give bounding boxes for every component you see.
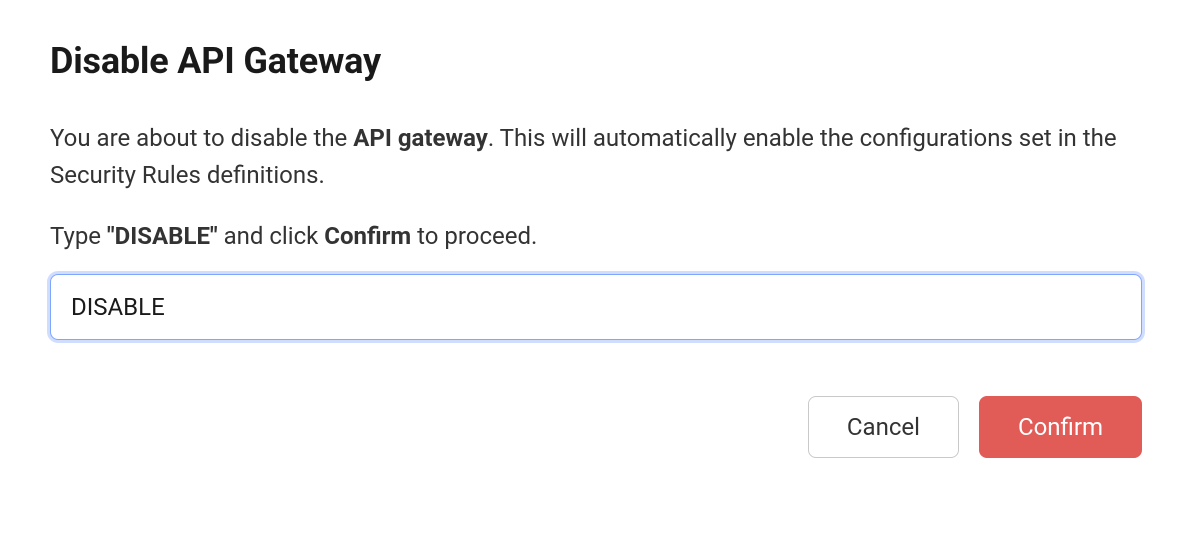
dialog-message-bold: API gateway bbox=[353, 124, 488, 152]
dialog-instruction: Type "DISABLE" and click Confirm to proc… bbox=[50, 222, 1142, 250]
cancel-button[interactable]: Cancel bbox=[808, 396, 959, 458]
instruction-post: to proceed. bbox=[411, 222, 537, 250]
instruction-mid: and click bbox=[218, 222, 325, 250]
instruction-action: Confirm bbox=[324, 222, 411, 250]
disable-api-gateway-dialog: Disable API Gateway You are about to dis… bbox=[50, 40, 1142, 458]
dialog-message: You are about to disable the API gateway… bbox=[50, 120, 1142, 194]
instruction-pre: Type bbox=[50, 222, 107, 250]
confirm-input[interactable] bbox=[50, 274, 1142, 340]
dialog-button-row: Cancel Confirm bbox=[50, 396, 1142, 458]
instruction-keyword: "DISABLE" bbox=[107, 222, 218, 250]
dialog-title: Disable API Gateway bbox=[50, 40, 1142, 82]
confirm-button[interactable]: Confirm bbox=[979, 396, 1142, 458]
dialog-message-pre: You are about to disable the bbox=[50, 124, 353, 152]
